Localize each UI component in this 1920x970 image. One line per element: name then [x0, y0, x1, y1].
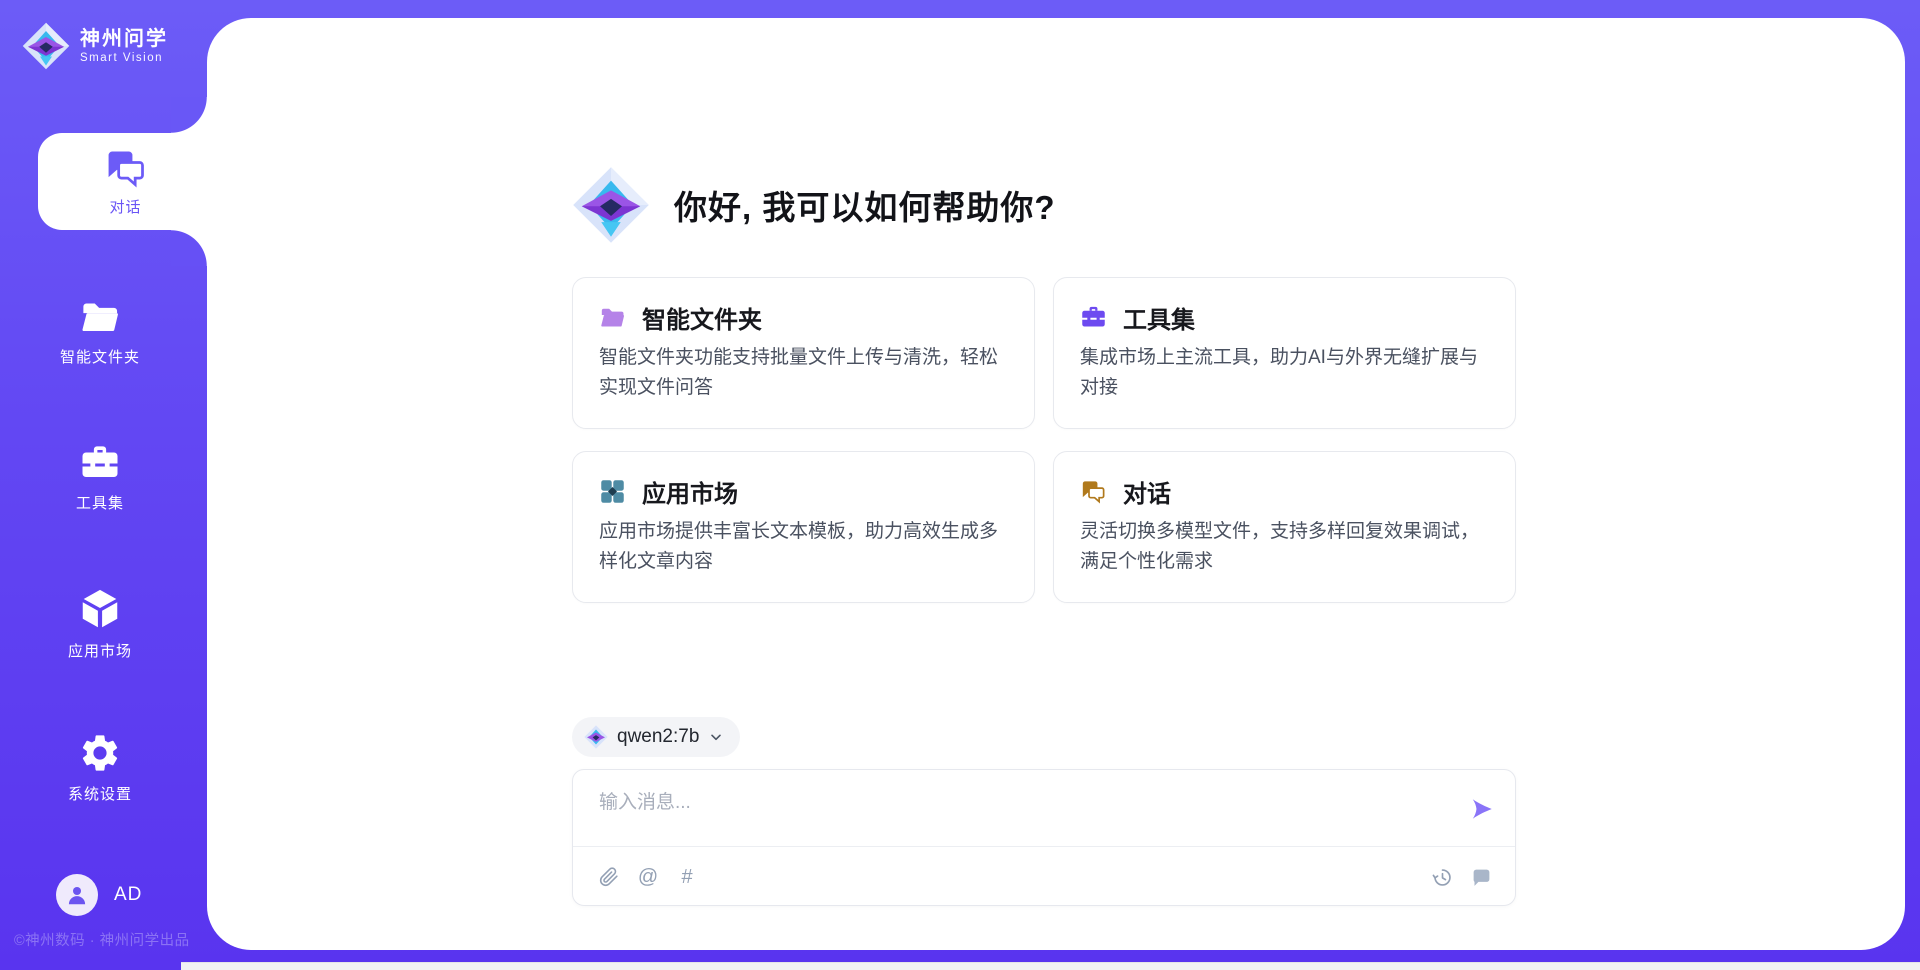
sidebar-item-chat[interactable]: 对话: [38, 133, 213, 230]
cube-icon: [77, 586, 123, 632]
diamond-logo-icon: [22, 22, 70, 70]
card-description: 集成市场上主流工具，助力AI与外界无缝扩展与对接: [1080, 343, 1487, 404]
card-title: 应用市场: [642, 474, 738, 509]
new-chat-button[interactable]: [1469, 865, 1493, 889]
composer: qwen2:7b: [572, 717, 1516, 906]
message-input[interactable]: [573, 770, 1515, 845]
at-icon: @: [638, 867, 658, 887]
chat-icon: [104, 146, 148, 190]
gear-icon: [78, 731, 122, 775]
user-profile[interactable]: AD: [56, 874, 142, 916]
chevron-down-icon: [708, 729, 724, 745]
avatar: [56, 874, 98, 916]
main-panel: 你好, 我可以如何帮助你? 智能文件夹 智能文件夹功能支持批量文件上传与清洗，轻…: [207, 18, 1905, 950]
topic-button[interactable]: #: [675, 865, 699, 889]
app-logo[interactable]: 神州问学 Smart Vision: [22, 22, 168, 70]
sidebar-item-settings[interactable]: 系统设置: [0, 731, 200, 804]
app-grid-icon: [599, 478, 626, 505]
sidebar-item-toolset[interactable]: 工具集: [0, 442, 200, 513]
briefcase-icon: [1080, 304, 1107, 331]
message-input-card: @ #: [572, 769, 1516, 906]
card-description: 智能文件夹功能支持批量文件上传与清洗，轻松实现文件问答: [599, 343, 1006, 404]
model-name: qwen2:7b: [617, 726, 699, 748]
sidebar: 神州问学 Smart Vision 对话 智能文件夹 工具集: [0, 0, 207, 970]
card-chat[interactable]: 对话 灵活切换多模型文件，支持多样回复效果调试，满足个性化需求: [1053, 451, 1516, 603]
sidebar-item-label: 智能文件夹: [0, 346, 200, 367]
card-description: 灵活切换多模型文件，支持多样回复效果调试，满足个性化需求: [1080, 517, 1487, 578]
sidebar-item-app-market[interactable]: 应用市场: [0, 586, 200, 661]
app-subtitle: Smart Vision: [80, 52, 168, 64]
briefcase-icon: [78, 442, 122, 484]
window-bottom-edge: [181, 962, 1920, 970]
person-icon: [64, 882, 90, 908]
hash-icon: #: [681, 867, 692, 887]
card-title: 对话: [1123, 474, 1171, 509]
card-app-market[interactable]: 应用市场 应用市场提供丰富长文本模板，助力高效生成多样化文章内容: [572, 451, 1035, 603]
feature-cards: 智能文件夹 智能文件夹功能支持批量文件上传与清洗，轻松实现文件问答 工具集 集成…: [572, 277, 1516, 603]
history-button[interactable]: [1430, 865, 1454, 889]
model-selector[interactable]: qwen2:7b: [572, 717, 740, 757]
user-initials: AD: [114, 884, 142, 906]
tab-curve-top: [171, 97, 207, 133]
card-title: 工具集: [1123, 300, 1195, 335]
copyright-text: ©神州数码 · 神州问学出品: [14, 929, 190, 950]
history-icon: [1432, 867, 1453, 888]
sidebar-item-smart-folder[interactable]: 智能文件夹: [0, 296, 200, 367]
card-smart-folder[interactable]: 智能文件夹 智能文件夹功能支持批量文件上传与清洗，轻松实现文件问答: [572, 277, 1035, 429]
card-description: 应用市场提供丰富长文本模板，助力高效生成多样化文章内容: [599, 517, 1006, 578]
diamond-logo-icon: [572, 166, 650, 244]
chat-icon: [1080, 478, 1107, 505]
card-title: 智能文件夹: [642, 300, 762, 335]
sidebar-item-label: 对话: [109, 196, 141, 217]
folder-icon: [599, 304, 626, 331]
send-icon: [1469, 796, 1495, 822]
folder-icon: [78, 296, 122, 338]
greeting-text: 你好, 我可以如何帮助你?: [674, 181, 1056, 229]
tab-curve-bottom: [171, 230, 207, 266]
sidebar-item-label: 应用市场: [0, 640, 200, 661]
sidebar-item-label: 工具集: [0, 492, 200, 513]
app-name: 神州问学: [80, 28, 168, 50]
chat-bubble-icon: [1471, 867, 1492, 888]
input-toolbar: @ #: [573, 847, 1515, 907]
mention-button[interactable]: @: [636, 865, 660, 889]
card-toolset[interactable]: 工具集 集成市场上主流工具，助力AI与外界无缝扩展与对接: [1053, 277, 1516, 429]
paperclip-icon: [599, 867, 619, 887]
attach-file-button[interactable]: [597, 865, 621, 889]
sidebar-item-label: 系统设置: [0, 783, 200, 804]
diamond-logo-icon: [584, 725, 608, 749]
greeting: 你好, 我可以如何帮助你?: [572, 166, 1056, 244]
send-button[interactable]: [1469, 796, 1495, 822]
